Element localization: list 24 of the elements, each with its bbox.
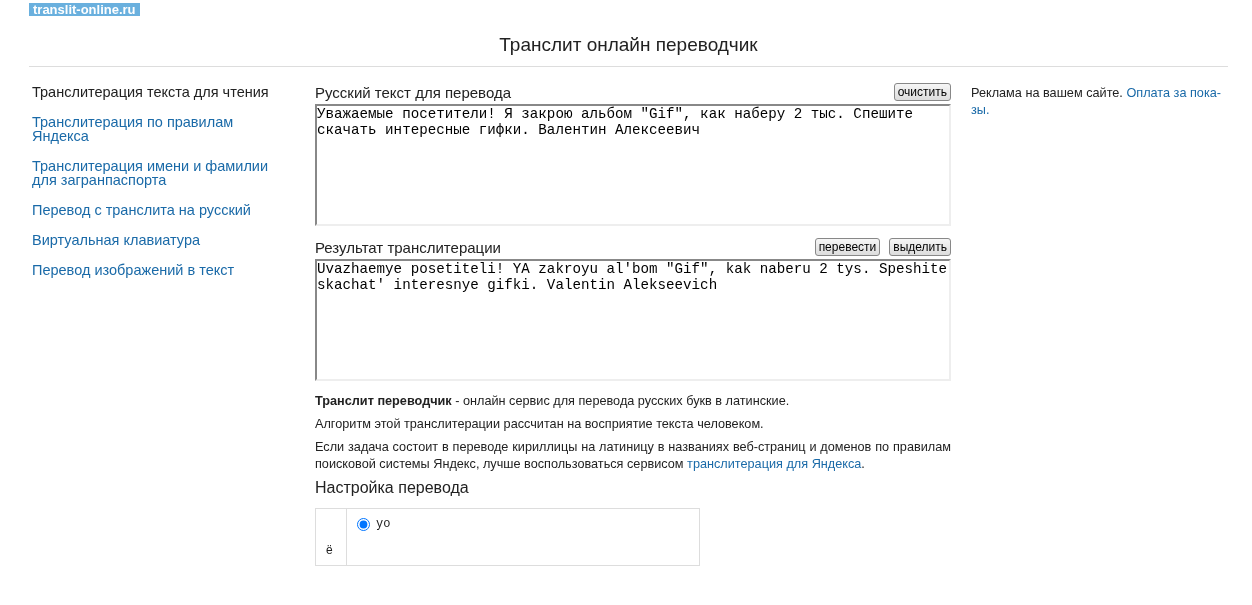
action-button[interactable]: перевести [814, 238, 881, 256]
action-button[interactable]: выделить [889, 238, 951, 256]
ad-link[interactable]: Оплата за пока- [1126, 86, 1222, 100]
sidebar-link[interactable]: Виртуальная клавиатура [32, 233, 292, 247]
text-area[interactable]: Uvazhaemye posetiteli! YA zakroyu al'bom "Gif", kak naberu 2 tys. Speshite skachat' interesnye gifki. Valentin Alekseevich [315, 259, 951, 381]
radio-button[interactable] [357, 517, 370, 531]
description-text: Транслит переводчик - онлайн сервис для перевода русских букв в латинские. [315, 393, 791, 410]
sidebar-link[interactable]: Транслитерация имени и фамилии для загранпаспорта [32, 159, 292, 187]
table-cell: ё [315, 508, 347, 566]
sidebar-link[interactable]: Транслитерация текста для чтения [32, 85, 292, 99]
ad-text: Реклама на вашем сайте. [971, 86, 1123, 100]
radio-option[interactable]: yo [357, 517, 689, 531]
settings-title: Настройка перевода [315, 479, 470, 497]
sidebar-link[interactable]: Перевод с транслита на русский [32, 203, 292, 217]
action-button[interactable]: очистить [893, 83, 951, 101]
description-text: Если задача состоит в переводе кириллицы на латиницу в названиях веб-страниц и доменов по правилам поисковой системы Яндекс, лучше воспользоваться сервисом транслитерация для Яндекса. [315, 439, 951, 473]
sidebar-link[interactable]: Транслитерация по правилам Яндекса [32, 115, 292, 143]
description-text: Алгоритм этой транслитерации рассчитан на восприятие текста человеком. [315, 416, 765, 433]
sidebar-link[interactable]: Перевод изображений в текст [32, 263, 292, 277]
field-label: Русский текст для перевода [315, 84, 511, 101]
ad-link[interactable]: зы. [971, 103, 990, 117]
text-area[interactable]: Уважаемые посетители! Я закрою альбом "Gif", как наберу 2 тыс. Спешите скачать интересные гифки. Валентин Алексеевич [315, 104, 951, 226]
page-title: Транслит онлайн переводчик [29, 34, 1228, 67]
field-label: Результат транслитерации [315, 239, 501, 256]
